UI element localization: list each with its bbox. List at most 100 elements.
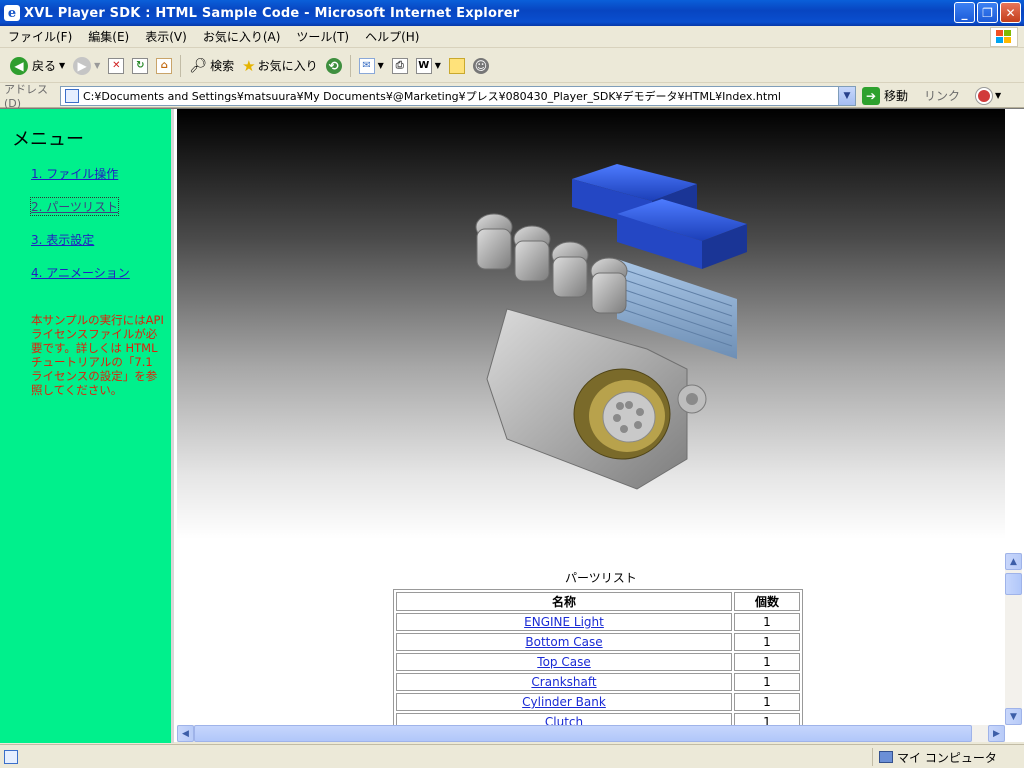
part-count-cell: 1 [734, 693, 800, 711]
page-content: メニュー 1. ファイル操作 2. パーツリスト 3. 表示設定 4. アニメー… [0, 108, 1024, 743]
search-label: 検索 [210, 59, 235, 73]
refresh-button[interactable]: ↻ [128, 53, 152, 79]
address-bar: アドレス(D) C:¥Documents and Settings¥matsuu… [0, 83, 1024, 110]
parts-list-caption: パーツリスト [565, 571, 637, 585]
part-count-cell: 1 [734, 653, 800, 671]
search-button[interactable]: 🔎︎ 検索 [185, 53, 238, 79]
menu-edit[interactable]: 編集(E) [80, 28, 137, 45]
security-zone: マイ コンピュータ [872, 748, 997, 766]
messenger-icon: ☺ [472, 57, 489, 74]
part-link[interactable]: Clutch [545, 715, 583, 725]
part-name-cell: Cylinder Bank [396, 693, 732, 711]
part-link[interactable]: Top Case [537, 655, 590, 669]
part-count-cell: 1 [734, 713, 800, 725]
toolbar: ◀ 戻る ▼ ▶ ▼ ✕ ↻ ⌂ 🔎︎ 検索 ★ お気に入り ⟲ ✉ ▼ ⎙ W… [0, 49, 1024, 83]
toolbar-separator [180, 54, 182, 77]
favorites-button[interactable]: ★ お気に入り [238, 53, 321, 79]
scroll-thumb[interactable] [194, 725, 972, 742]
history-button[interactable]: ⟲ [322, 53, 346, 79]
windows-logo-icon [990, 27, 1018, 47]
menu-link-parts-list[interactable]: 2. パーツリスト [29, 197, 120, 216]
menu-link-file-ops[interactable]: 1. ファイル操作 [31, 165, 118, 182]
maximize-button[interactable]: ❐ [977, 2, 998, 23]
menu-tools[interactable]: ツール(T) [288, 28, 357, 45]
menu-file[interactable]: ファイル(F) [0, 28, 80, 45]
toolbar-separator [349, 54, 351, 77]
column-header-name: 名称 [396, 592, 732, 611]
xvl-3d-viewer[interactable] [177, 109, 1005, 539]
status-bar: マイ コンピュータ [0, 744, 1024, 768]
search-icon: 🔎︎ [189, 57, 208, 74]
part-link[interactable]: Bottom Case [525, 635, 602, 649]
go-button[interactable]: ➔ 移動 [862, 86, 909, 105]
part-count-cell: 1 [734, 633, 800, 651]
part-link[interactable]: Cylinder Bank [522, 695, 606, 709]
links-button[interactable]: リンク [924, 87, 960, 104]
home-icon: ⌂ [156, 57, 173, 74]
chevron-down-icon: ▼ [434, 61, 441, 70]
history-icon: ⟲ [325, 57, 342, 74]
part-name-cell: Top Case [396, 653, 732, 671]
menu-view[interactable]: 表示(V) [137, 28, 195, 45]
address-input[interactable]: C:¥Documents and Settings¥matsuura¥My Do… [60, 85, 856, 106]
page-icon [65, 88, 79, 103]
title-bar: e XVL Player SDK : HTML Sample Code - Mi… [0, 0, 1024, 26]
license-note: 本サンプルの実行にはAPIライセンスファイルが必要です。詳しくは HTML チュ… [31, 313, 164, 397]
scroll-left-button[interactable]: ◀ [177, 725, 194, 742]
scroll-thumb[interactable] [1005, 573, 1022, 595]
scroll-down-button[interactable]: ▼ [1005, 708, 1022, 725]
minimize-button[interactable]: _ [954, 2, 975, 23]
table-row: Top Case 1 [396, 653, 800, 671]
part-name-cell: Clutch [396, 713, 732, 725]
forward-arrow-icon: ▶ [73, 56, 92, 75]
refresh-icon: ↻ [132, 57, 149, 74]
stop-button[interactable]: ✕ [104, 53, 128, 79]
vertical-scrollbar[interactable]: ▲ ▼ [1005, 553, 1022, 725]
part-link[interactable]: Crankshaft [531, 675, 596, 689]
print-icon: ⎙ [391, 57, 408, 74]
scroll-up-button[interactable]: ▲ [1005, 553, 1022, 570]
forward-button[interactable]: ▶ ▼ [69, 53, 104, 79]
part-name-cell: ENGINE Light [396, 613, 732, 631]
word-icon: W [415, 57, 432, 74]
menu-frame: メニュー 1. ファイル操作 2. パーツリスト 3. 表示設定 4. アニメー… [0, 109, 174, 743]
back-arrow-icon: ◀ [10, 56, 28, 75]
chevron-down-icon: ▼ [59, 61, 66, 70]
discuss-button[interactable] [445, 53, 469, 79]
computer-icon [879, 751, 893, 763]
scroll-right-button[interactable]: ▶ [988, 725, 1005, 742]
stop-icon: ✕ [108, 57, 125, 74]
home-button[interactable]: ⌂ [152, 53, 176, 79]
close-button[interactable]: ✕ [1000, 2, 1021, 23]
horizontal-scrollbar[interactable]: ◀ ▶ [177, 725, 1005, 742]
print-button[interactable]: ⎙ [388, 53, 412, 79]
menu-favorites[interactable]: お気に入り(A) [195, 28, 289, 45]
edit-button[interactable]: W ▼ [412, 53, 445, 79]
table-row: Cylinder Bank 1 [396, 693, 800, 711]
messenger-button[interactable]: ☺ [469, 53, 493, 79]
menu-link-animation[interactable]: 4. アニメーション [31, 264, 130, 281]
note-icon [448, 57, 465, 74]
window-title: XVL Player SDK : HTML Sample Code - Micr… [24, 5, 520, 21]
menu-help[interactable]: ヘルプ(H) [357, 28, 427, 45]
table-row: Clutch 1 [396, 713, 800, 725]
engine-model-image [475, 164, 747, 490]
browser-window: e XVL Player SDK : HTML Sample Code - Mi… [0, 0, 1024, 768]
page-status-icon [4, 749, 18, 764]
go-arrow-icon: ➔ [862, 86, 880, 105]
back-button[interactable]: ◀ 戻る ▼ [6, 53, 69, 79]
chevron-down-icon: ▼ [94, 61, 101, 70]
table-row: Bottom Case 1 [396, 633, 800, 651]
part-count-cell: 1 [734, 613, 800, 631]
address-dropdown-button[interactable]: ▼ [838, 86, 855, 105]
links-extra-button[interactable]: ▼ [976, 87, 1002, 104]
go-label: 移動 [884, 89, 909, 103]
part-count-cell: 1 [734, 673, 800, 691]
part-name-cell: Crankshaft [396, 673, 732, 691]
part-link[interactable]: ENGINE Light [524, 615, 604, 629]
menu-bar: ファイル(F) 編集(E) 表示(V) お気に入り(A) ツール(T) ヘルプ(… [0, 26, 1024, 48]
mail-button[interactable]: ✉ ▼ [355, 53, 388, 79]
menu-link-display-settings[interactable]: 3. 表示設定 [31, 231, 94, 248]
chevron-down-icon: ▼ [995, 91, 1002, 100]
table-header-row: 名称 個数 [396, 592, 800, 611]
